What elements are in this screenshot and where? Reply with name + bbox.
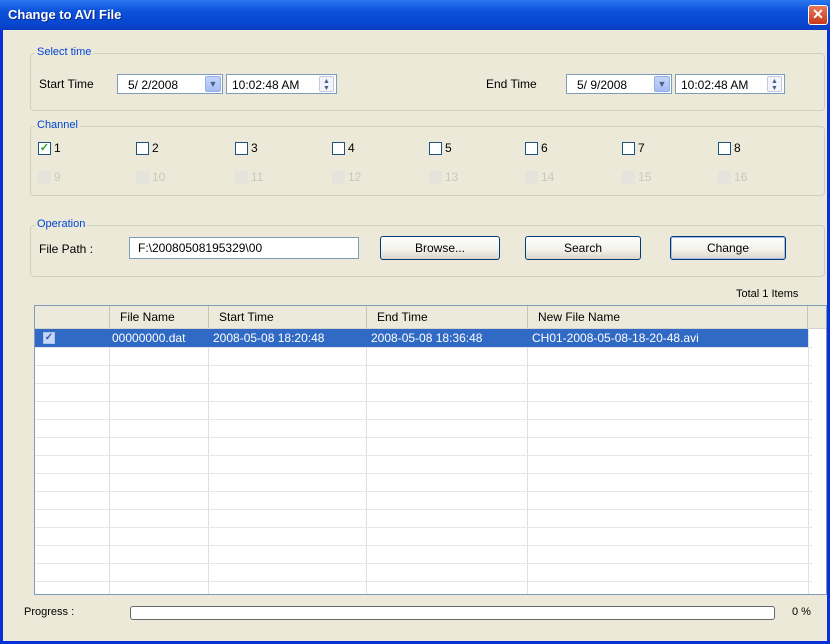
checkbox-box (429, 170, 442, 184)
change-button[interactable]: Change (670, 236, 786, 260)
browse-button[interactable]: Browse... (380, 236, 500, 260)
channel-label: 16 (734, 170, 748, 184)
progress-percent: 0 % (792, 606, 811, 618)
total-items-label: Total 1 Items (736, 288, 799, 300)
column-header-start-time[interactable]: Start Time (209, 306, 367, 328)
progress-label: Progress : (24, 606, 75, 618)
checkmark-icon: ✓ (38, 141, 51, 155)
operation-label: Operation (35, 218, 88, 230)
checkbox-box (235, 141, 248, 155)
channel-label: 5 (445, 141, 452, 155)
end-date-value: 5/ 9/2008 (577, 78, 628, 92)
table-row[interactable]: ✓ 00000000.dat 2008-05-08 18:20:48 2008-… (35, 329, 808, 347)
channel-13-checkbox: 13 (429, 170, 458, 184)
end-time-label: End Time (486, 77, 537, 91)
channel-label: 7 (638, 141, 645, 155)
file-path-label: File Path : (39, 242, 94, 256)
checkbox-box (622, 170, 635, 184)
title-bar[interactable]: Change to AVI File ✕ (0, 0, 830, 30)
spin-updown-icon[interactable]: ▲ ▼ (319, 76, 334, 92)
channel-11-checkbox: 11 (235, 170, 263, 184)
channel-label: 11 (251, 170, 264, 184)
checkbox-box (718, 170, 731, 184)
progress-bar (130, 606, 775, 620)
chevron-down-icon[interactable]: ▼ (205, 76, 221, 92)
checkmark-icon: ✓ (44, 332, 54, 343)
start-date-value: 5/ 2/2008 (128, 78, 179, 92)
channel-label: 9 (54, 170, 61, 184)
start-date-picker[interactable]: 5/ 2/2008 ▼ (117, 74, 223, 94)
channel-label: 12 (348, 170, 362, 184)
row-end-time: 2008-05-08 18:36:48 (371, 331, 483, 345)
channel-label: 13 (445, 170, 459, 184)
checkbox-box (332, 170, 345, 184)
channel-6-checkbox[interactable]: 6 (525, 141, 548, 155)
start-time-label: Start Time (39, 77, 94, 91)
channel-3-checkbox[interactable]: 3 (235, 141, 258, 155)
checkbox-box (332, 141, 345, 155)
channel-label: 8 (734, 141, 741, 155)
start-time-value: 10:02:48 AM (232, 78, 300, 92)
change-to-avi-dialog: Change to AVI File ✕ Select time Start T… (0, 0, 830, 644)
channel-label: 1 (54, 141, 61, 155)
checkbox-box (429, 141, 442, 155)
search-button[interactable]: Search (525, 236, 641, 260)
column-header-file-name[interactable]: File Name (110, 306, 209, 328)
close-button[interactable]: ✕ (808, 5, 828, 25)
row-start-time: 2008-05-08 18:20:48 (213, 331, 325, 345)
channel-label: 15 (638, 170, 652, 184)
chevron-down-icon[interactable]: ▼ (654, 76, 670, 92)
spin-updown-icon[interactable]: ▲ ▼ (767, 76, 782, 92)
channel-7-checkbox[interactable]: 7 (622, 141, 645, 155)
checkbox-box (38, 170, 51, 184)
channel-12-checkbox: 12 (332, 170, 361, 184)
row-file-name: 00000000.dat (112, 331, 186, 345)
end-time-value: 10:02:48 AM (681, 78, 749, 92)
checkbox-box (235, 170, 248, 184)
column-header-end-time[interactable]: End Time (367, 306, 528, 328)
end-time-input[interactable]: 10:02:48 AM ▲ ▼ (675, 74, 785, 94)
channel-16-checkbox: 16 (718, 170, 747, 184)
column-header-new-file-name[interactable]: New File Name (528, 306, 808, 328)
checkbox-box (525, 141, 538, 155)
channel-1-checkbox[interactable]: ✓ 1 (38, 141, 61, 155)
start-time-input[interactable]: 10:02:48 AM ▲ ▼ (226, 74, 337, 94)
column-header-check[interactable] (35, 306, 110, 328)
window-title: Change to AVI File (8, 7, 122, 22)
channel-label: 3 (251, 141, 258, 155)
file-path-input[interactable]: F:\20080508195329\00 (129, 237, 359, 259)
end-date-picker[interactable]: 5/ 9/2008 ▼ (566, 74, 672, 94)
channel-14-checkbox: 14 (525, 170, 554, 184)
channel-15-checkbox: 15 (622, 170, 651, 184)
checkbox-box (525, 170, 538, 184)
row-checkbox[interactable]: ✓ (43, 332, 55, 344)
channel-label: 4 (348, 141, 355, 155)
channel-label: 10 (152, 170, 166, 184)
file-list[interactable]: File Name Start Time End Time New File N… (34, 305, 827, 595)
channel-4-checkbox[interactable]: 4 (332, 141, 355, 155)
channel-group: Channel (30, 119, 825, 196)
channel-2-checkbox[interactable]: 2 (136, 141, 159, 155)
checkbox-box (136, 141, 149, 155)
select-time-label: Select time (35, 46, 94, 58)
channel-10-checkbox: 10 (136, 170, 165, 184)
row-new-file-name: CH01-2008-05-08-18-20-48.avi (532, 331, 699, 345)
channel-label: 2 (152, 141, 159, 155)
checkbox-box (136, 170, 149, 184)
channel-9-checkbox: 9 (38, 170, 61, 184)
checkbox-box (718, 141, 731, 155)
channel-label: 14 (541, 170, 555, 184)
close-icon: ✕ (812, 6, 824, 22)
channel-label: 6 (541, 141, 548, 155)
channel-5-checkbox[interactable]: 5 (429, 141, 452, 155)
channel-label: Channel (35, 119, 80, 131)
checkbox-box (622, 141, 635, 155)
channel-8-checkbox[interactable]: 8 (718, 141, 741, 155)
list-header: File Name Start Time End Time New File N… (35, 306, 826, 329)
